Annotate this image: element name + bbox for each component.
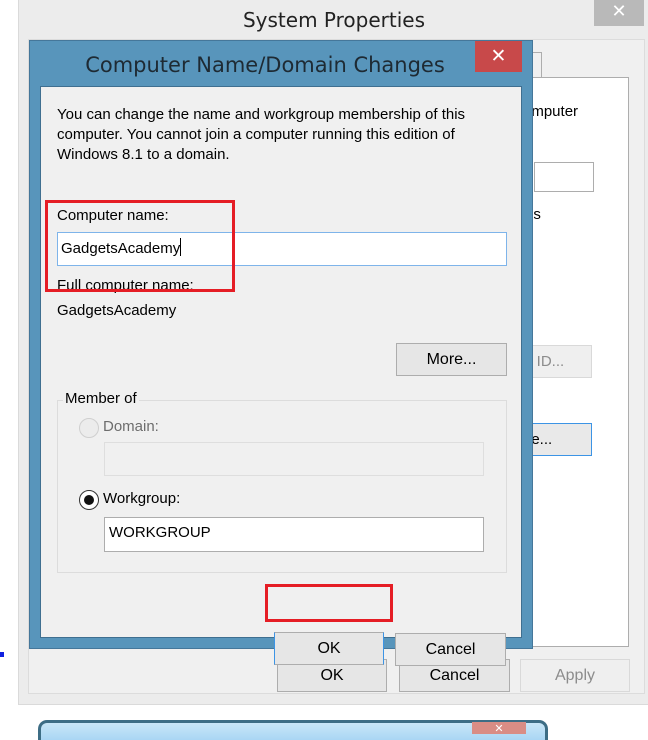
close-button[interactable]: ✕ [594,0,644,26]
domain-input[interactable] [104,442,484,476]
dialog-title: Computer Name/Domain Changes [85,53,445,77]
close-icon: ✕ [494,723,504,735]
description-text: You can change the name and workgroup me… [57,106,466,163]
computer-description-input[interactable] [534,162,594,192]
computer-name-dialog: Computer Name/Domain Changes ✕ You can c… [29,40,533,666]
domain-label: Domain: [103,418,159,435]
domain-radio[interactable] [79,418,99,438]
dialog-close-button[interactable]: ✕ [475,41,522,72]
dialog-ok-button[interactable]: OK [274,632,384,665]
close-icon: ✕ [611,1,627,22]
workgroup-input[interactable]: WORKGROUP [104,517,484,552]
stray-mark [0,652,4,657]
workgroup-label: Workgroup: [103,490,181,507]
computer-name-highlight [45,200,235,292]
close-icon: ✕ [490,45,507,67]
member-of-legend: Member of [63,390,139,407]
window-title: System Properties [242,8,425,32]
ok-button-highlight [265,584,393,622]
dialog-client-area: You can change the name and workgroup me… [40,86,522,666]
more-button[interactable]: More... [396,343,507,376]
dialog-cancel-button[interactable]: Cancel [395,633,506,666]
apply-button[interactable]: Apply [520,659,630,692]
full-computer-name-value: GadgetsAcademy [57,302,177,319]
radio-selected-dot [84,495,94,505]
background-window-close-button[interactable]: ✕ [472,722,526,735]
